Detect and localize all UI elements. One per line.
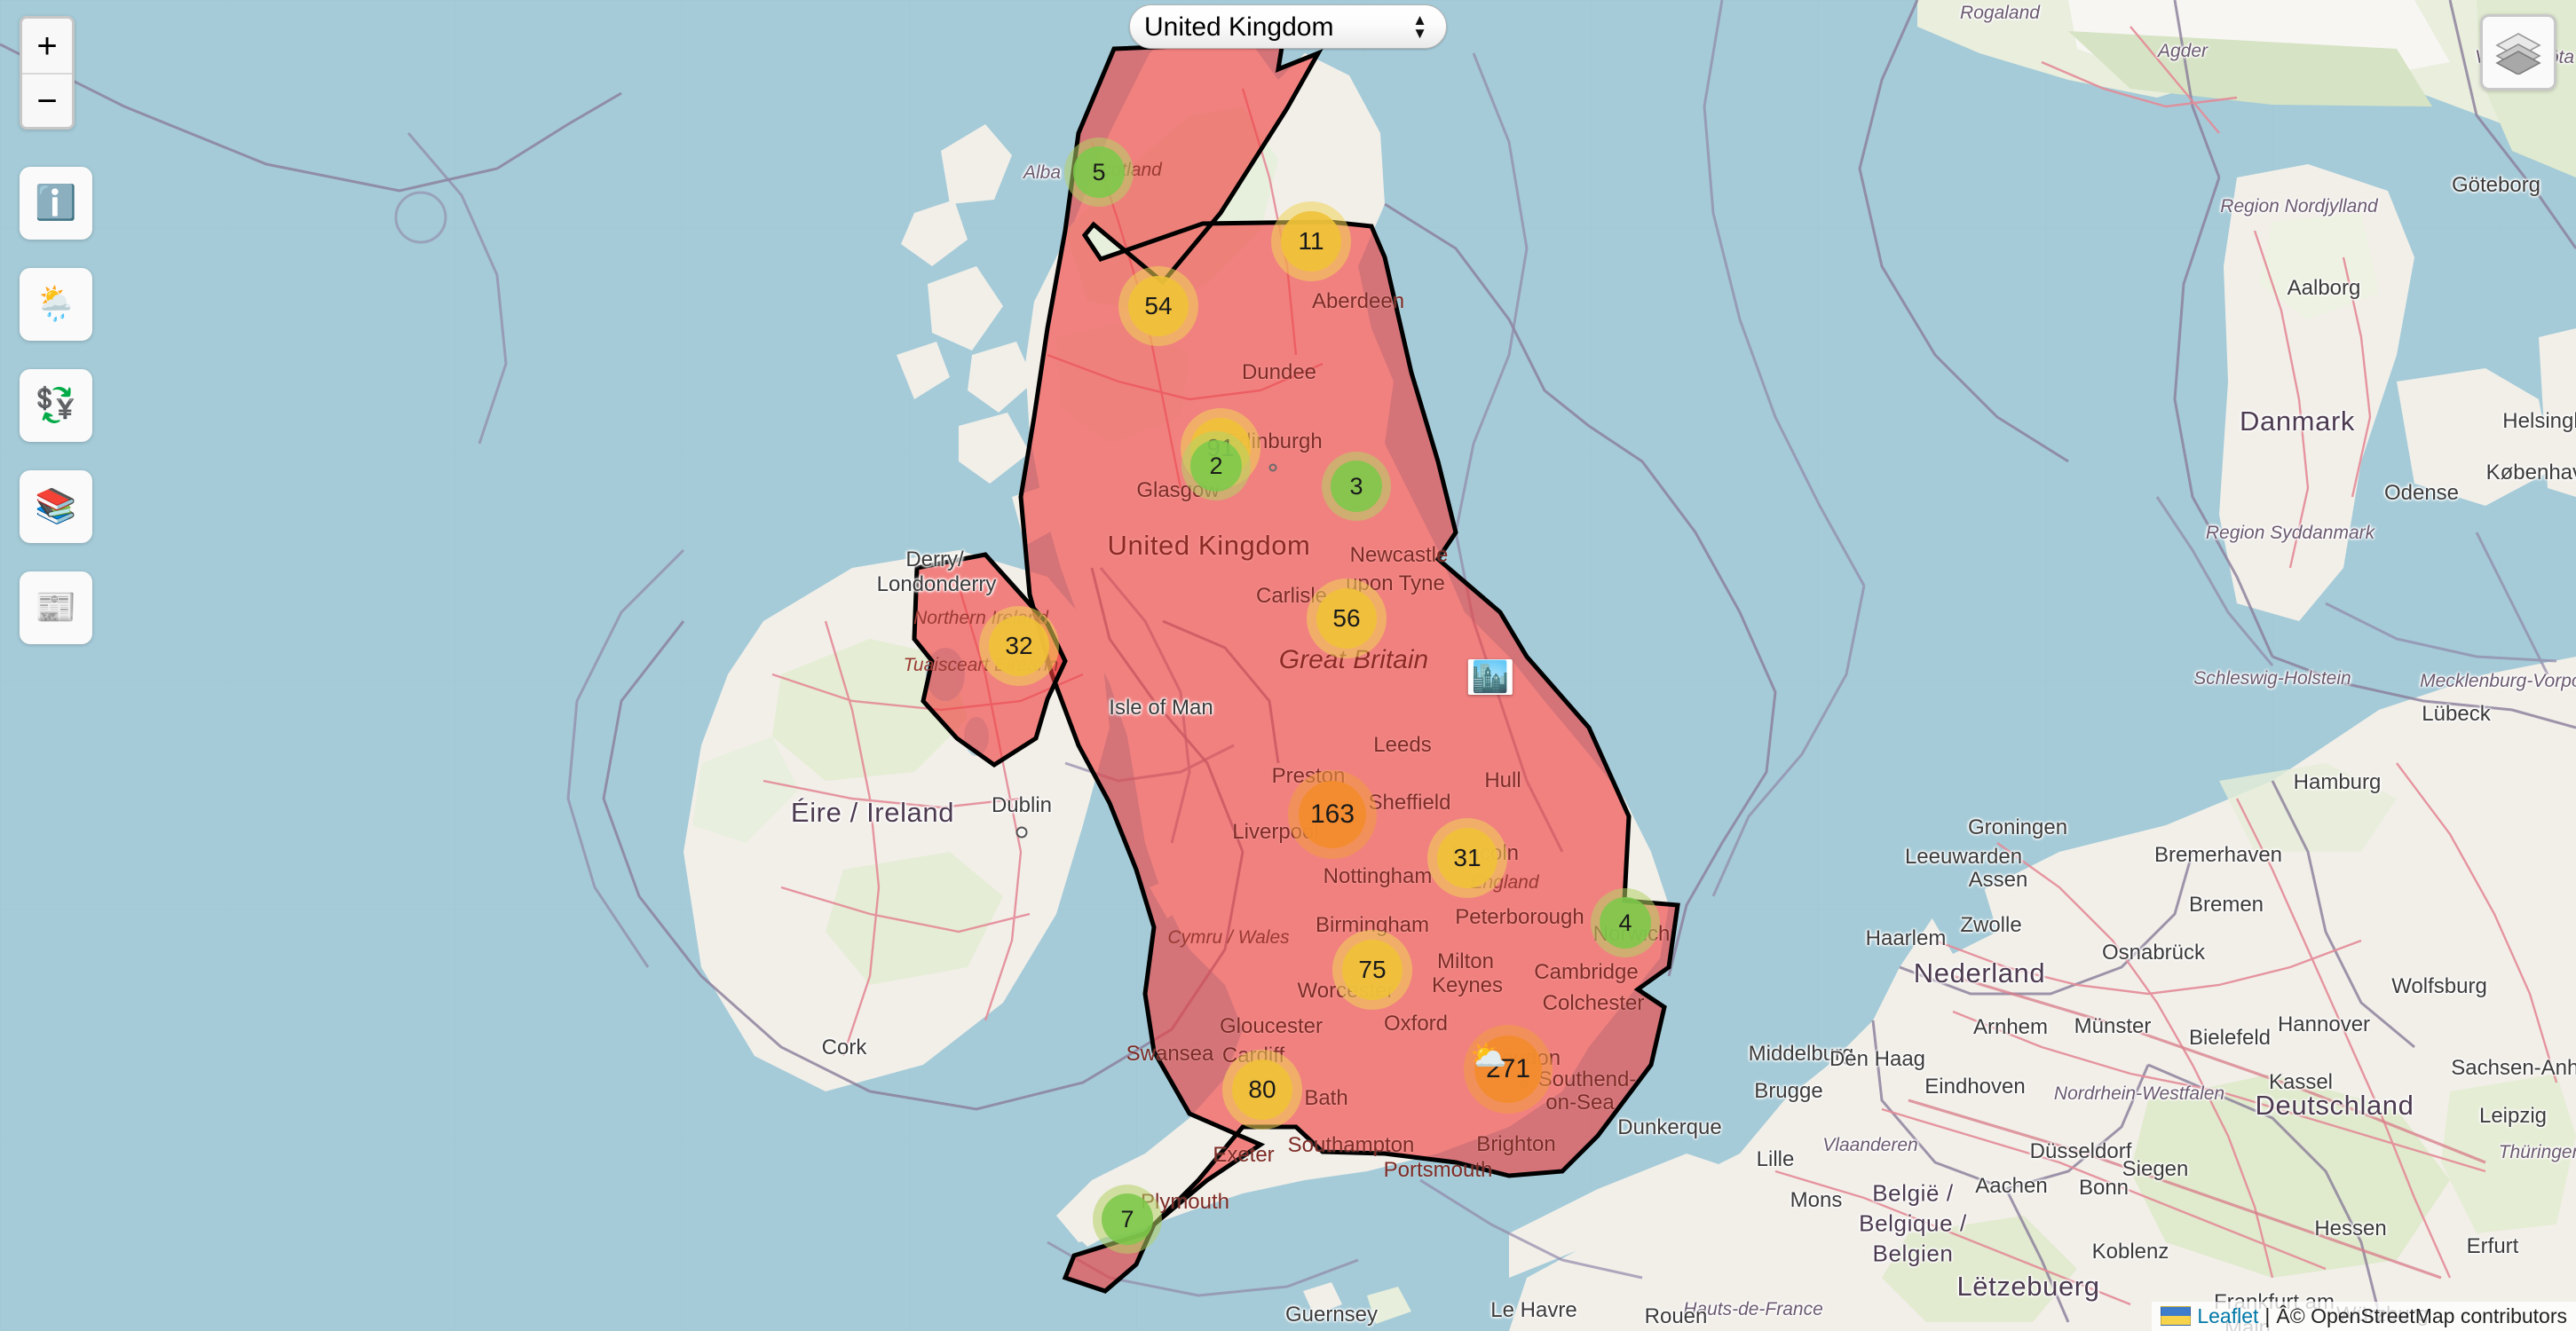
zoom-control[interactable]: + −	[20, 16, 75, 130]
attribution-separator: |	[2264, 1303, 2271, 1327]
cluster-marker[interactable]: 31	[1427, 818, 1507, 898]
ukraine-flag-icon	[2161, 1305, 2192, 1326]
country-select[interactable]: United Kingdom	[1129, 4, 1447, 49]
cluster-count: 80	[1232, 1059, 1292, 1120]
cluster-count: 54	[1128, 276, 1189, 336]
cluster-count: 75	[1342, 940, 1403, 1000]
cluster-count: 31	[1437, 828, 1497, 888]
cluster-count: 163	[1299, 781, 1366, 848]
cluster-marker[interactable]: 5	[1064, 138, 1134, 207]
cluster-count: 7	[1102, 1193, 1153, 1245]
cluster-marker[interactable]: 56	[1307, 579, 1387, 658]
zoom-out-button[interactable]: −	[22, 73, 72, 127]
map-attribution: Leaflet | Â© OpenStreetMap contributors	[2152, 1301, 2576, 1331]
cluster-marker[interactable]: 75	[1332, 930, 1412, 1010]
map-geometry-layer	[0, 0, 2576, 1331]
cluster-marker[interactable]: 7	[1093, 1185, 1162, 1254]
cluster-marker[interactable]: 3	[1322, 452, 1391, 521]
weather-marker[interactable]: ⛅	[1470, 1041, 1507, 1071]
cluster-marker[interactable]: 2	[1181, 431, 1251, 500]
newspaper-icon: 📰	[35, 589, 77, 626]
sun-behind-cloud-icon: ⛅	[1469, 1039, 1508, 1073]
cluster-marker[interactable]: 80	[1222, 1050, 1302, 1130]
cluster-count: 32	[989, 616, 1049, 676]
country-select-container[interactable]: United Kingdom ▲ ▼	[1129, 4, 1447, 49]
city-dot	[1268, 463, 1277, 472]
tool-button-stack[interactable]: ℹ️ 🌦️ 💱 📚 📰	[20, 167, 92, 673]
openstreetmap-attribution: Â© OpenStreetMap contributors	[2276, 1303, 2567, 1327]
cityscape-icon: 🏙️	[1471, 660, 1510, 694]
cluster-count: 5	[1073, 146, 1125, 198]
cluster-marker[interactable]: 163	[1288, 770, 1377, 859]
books-button[interactable]: 📚	[20, 470, 92, 543]
books-icon: 📚	[35, 488, 77, 525]
information-icon: ℹ️	[35, 185, 77, 222]
layers-control-button[interactable]	[2480, 14, 2556, 91]
cluster-marker[interactable]: 4	[1591, 888, 1660, 957]
info-button[interactable]: ℹ️	[20, 167, 92, 240]
cluster-count: 56	[1316, 588, 1377, 649]
cityscape-marker[interactable]: 🏙️	[1467, 659, 1513, 695]
sun-behind-rain-cloud-icon: 🌦️	[35, 286, 77, 323]
leaflet-link[interactable]: Leaflet	[2197, 1304, 2258, 1327]
currency-exchange-icon: 💱	[35, 387, 77, 424]
cluster-marker[interactable]: 11	[1271, 201, 1351, 281]
news-button[interactable]: 📰	[20, 571, 92, 644]
currency-button[interactable]: 💱	[20, 369, 92, 442]
cluster-marker[interactable]: 32	[979, 606, 1059, 686]
cluster-count: 4	[1600, 897, 1651, 949]
leaflet-map[interactable]: United Kingdom Great Britain Éire / Irelan…	[0, 0, 2576, 1331]
zoom-in-button[interactable]: +	[22, 19, 72, 73]
cluster-count: 11	[1281, 211, 1341, 272]
cluster-count: 2	[1190, 440, 1242, 492]
cluster-marker[interactable]: 54	[1118, 266, 1198, 346]
weather-button[interactable]: 🌦️	[20, 268, 92, 341]
cluster-count: 3	[1331, 461, 1382, 512]
layers-icon	[2495, 33, 2541, 75]
city-dot	[1015, 826, 1028, 839]
